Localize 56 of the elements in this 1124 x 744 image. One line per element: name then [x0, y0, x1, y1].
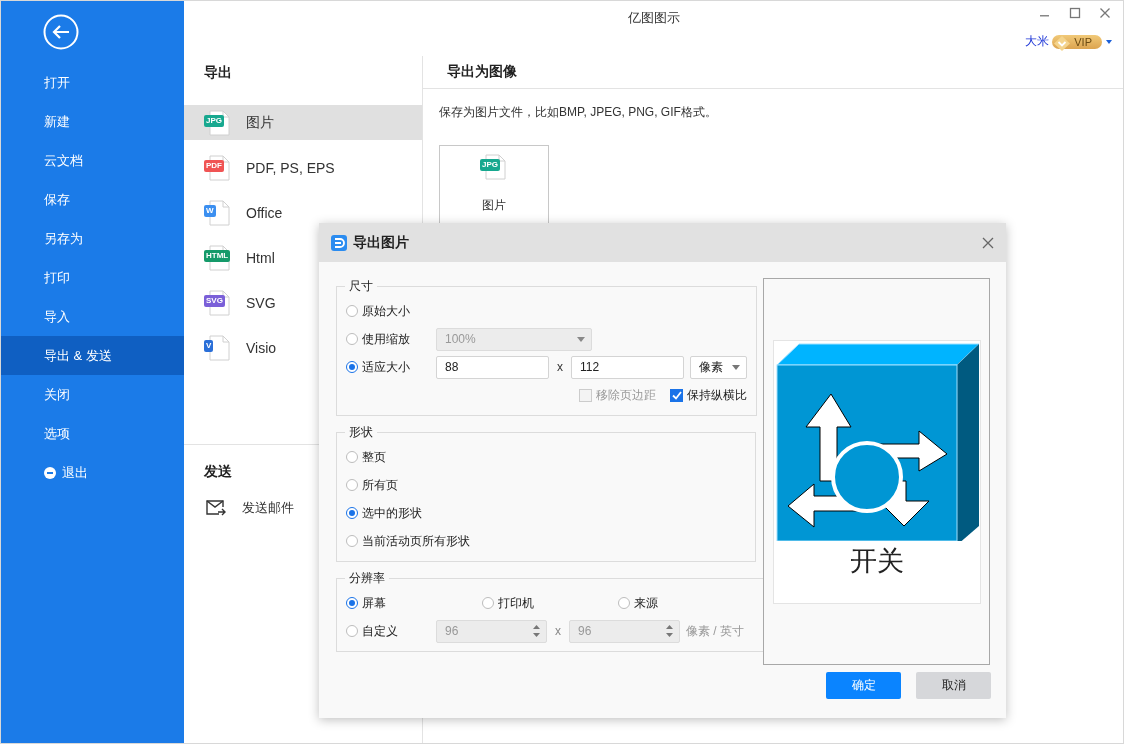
caret-icon: [732, 364, 740, 370]
format-item[interactable]: JPG 图片: [184, 105, 422, 140]
radio-option[interactable]: 所有页: [346, 476, 546, 494]
check-icon: [671, 390, 682, 400]
sidebar-item[interactable]: 关闭: [1, 375, 184, 414]
close-icon[interactable]: [982, 236, 994, 249]
dialog-title: 导出图片: [353, 233, 410, 252]
section-heading: 导出: [203, 62, 233, 82]
caret-icon: [577, 336, 585, 342]
times-sign: x: [554, 624, 562, 638]
sidebar-item[interactable]: 导出 & 发送: [1, 336, 184, 375]
sidebar-item[interactable]: 云文档: [1, 141, 184, 180]
section-heading: 导出为图像: [423, 56, 1123, 89]
sidebar-item[interactable]: 退出: [1, 453, 184, 492]
sidebar-item[interactable]: 保存: [1, 180, 184, 219]
minus-circle-icon: [44, 466, 56, 479]
radio-option[interactable]: 当前活动页所有形状: [346, 532, 546, 550]
file-badge: JPG: [480, 159, 500, 171]
sidebar-item[interactable]: 打印: [1, 258, 184, 297]
close-icon[interactable]: [1099, 7, 1111, 19]
sidebar-item[interactable]: 另存为: [1, 219, 184, 258]
times-sign: x: [556, 360, 564, 374]
sidebar-item[interactable]: 打开: [1, 63, 184, 102]
radio-option[interactable]: 适应大小: [346, 358, 436, 376]
shape-caption: 开关: [849, 543, 904, 578]
window-title: 亿图图示: [627, 9, 680, 27]
maximize-icon[interactable]: [1069, 7, 1081, 19]
width-field[interactable]: 88: [436, 355, 549, 379]
dialog-button[interactable]: 取消: [916, 672, 991, 699]
vip-badge[interactable]: VIP: [1052, 34, 1102, 49]
unit-dropdown[interactable]: 像素: [690, 355, 747, 379]
checkbox-option[interactable]: 保持纵横比: [670, 386, 747, 404]
group-title: 尺寸: [348, 278, 374, 295]
mail-icon: [206, 500, 226, 516]
description: 保存为图片文件，比如BMP, JPEG, PNG, GIF格式。: [438, 104, 718, 121]
group-title: 分辨率: [348, 570, 386, 587]
radio-option[interactable]: 整页: [346, 448, 546, 466]
radio-option[interactable]: 使用缩放: [346, 330, 436, 348]
app-icon: [331, 234, 347, 251]
height-field[interactable]: 112: [571, 355, 684, 379]
caret-icon[interactable]: [1105, 38, 1113, 45]
back-icon[interactable]: [43, 14, 79, 50]
group-title: 形状: [348, 424, 374, 441]
radio-option[interactable]: 选中的形状: [346, 504, 546, 522]
user-name[interactable]: 大米: [1025, 33, 1050, 50]
sidebar-item[interactable]: 选项: [1, 414, 184, 453]
file-badge: V: [204, 339, 214, 352]
sidebar-item[interactable]: 导入: [1, 297, 184, 336]
section-heading: 发送: [203, 461, 232, 481]
unit-label: 像素 / 英寸: [686, 622, 744, 640]
dialog-button[interactable]: 确定: [826, 672, 901, 699]
radio-option[interactable]: 原始大小: [346, 302, 436, 320]
sidebar-item[interactable]: 新建: [1, 102, 184, 141]
format-item[interactable]: PDF PDF, PS, EPS: [184, 150, 422, 185]
file-badge: W: [204, 204, 216, 217]
format-item[interactable]: W Office: [184, 195, 422, 230]
